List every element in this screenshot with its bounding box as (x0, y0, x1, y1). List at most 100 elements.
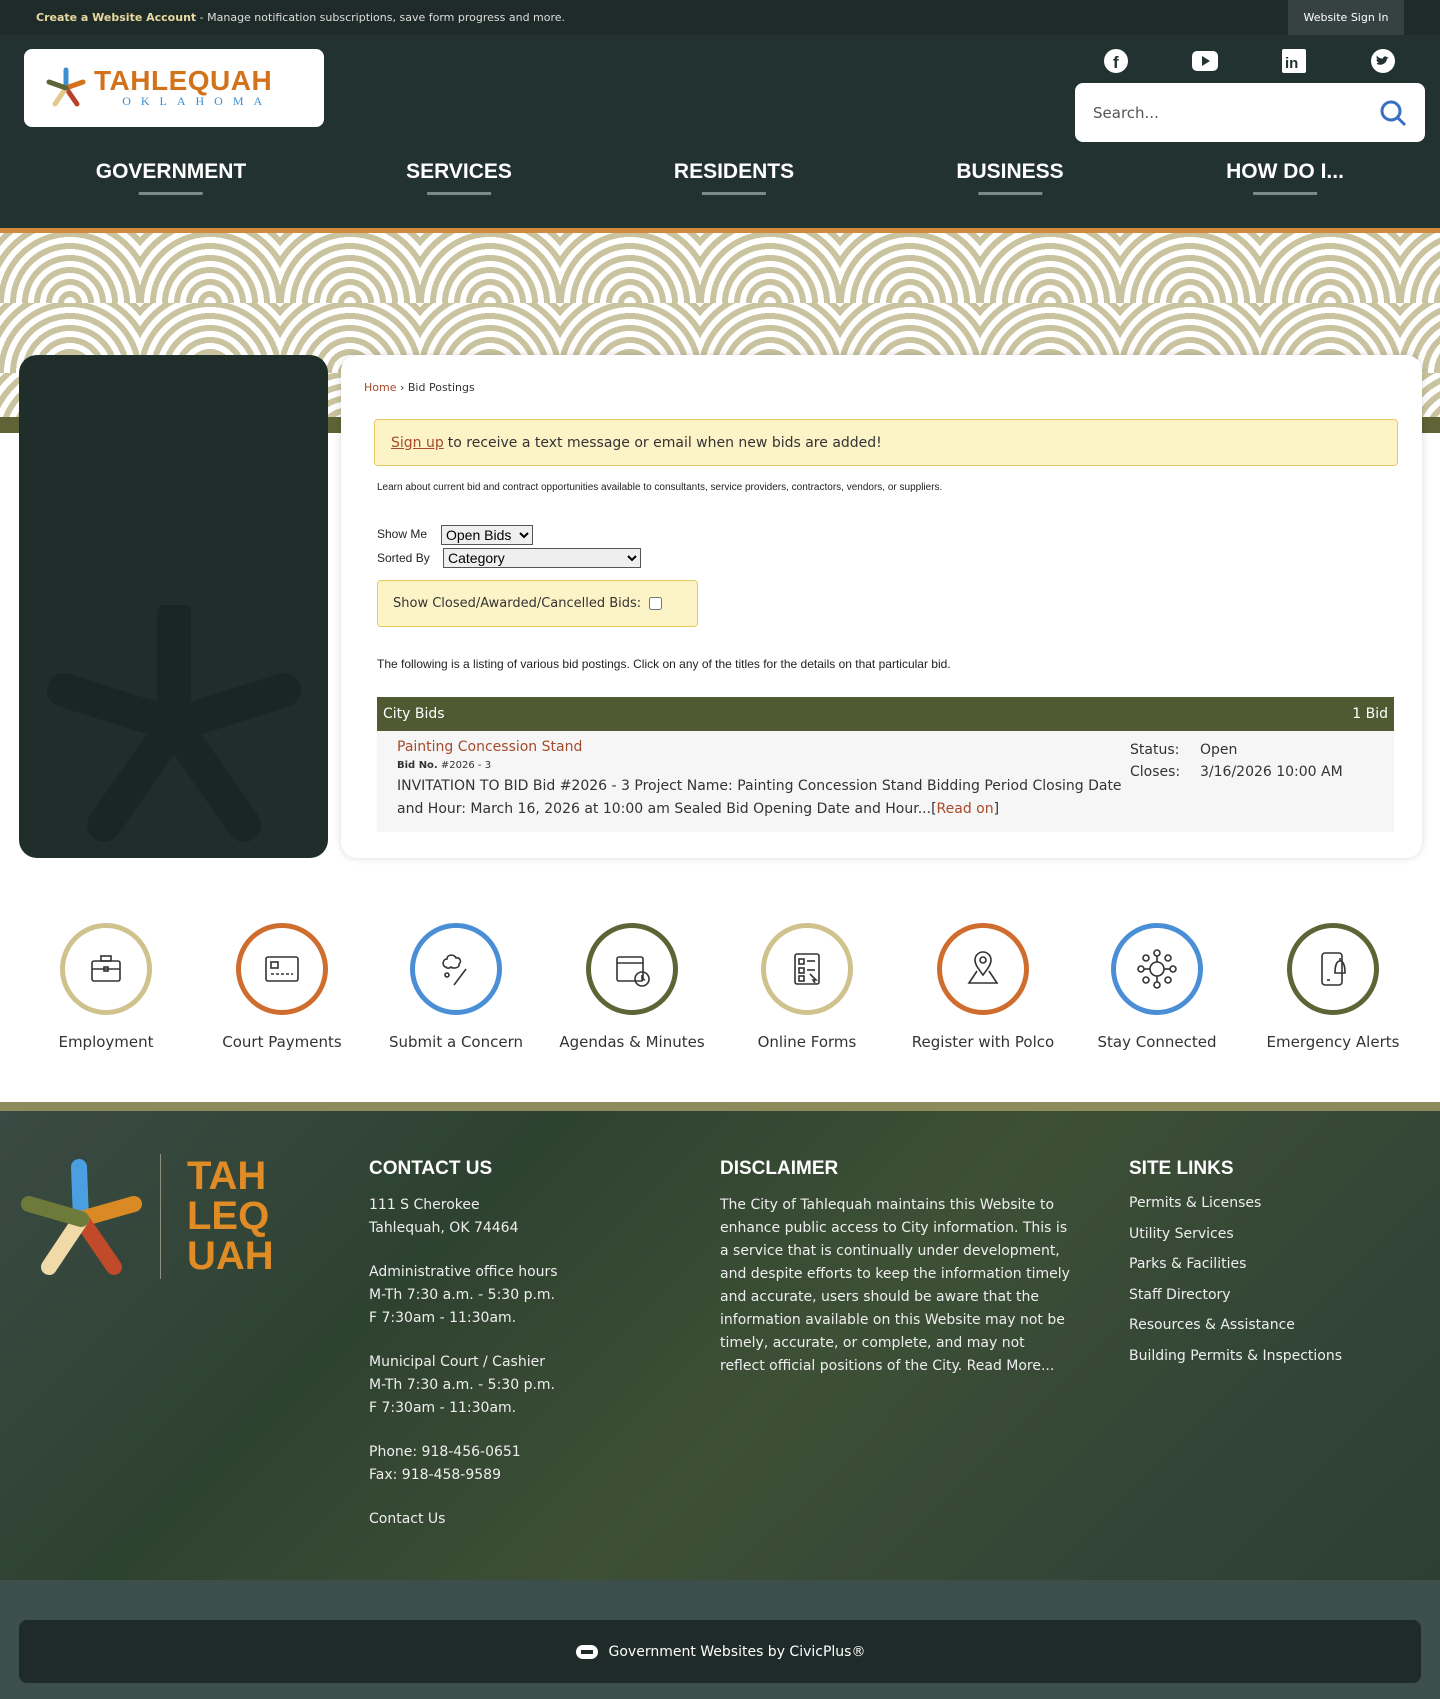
bid-no: #2026 - 3 (440, 760, 492, 771)
quick-link-label: Court Payments (222, 1033, 342, 1051)
main-content: Home › Bid Postings Sign up to receive a … (341, 355, 1422, 858)
civicplus-bar[interactable]: Government Websites by CivicPlus® (19, 1620, 1421, 1683)
contact-line (369, 1330, 669, 1351)
network-icon (1111, 923, 1203, 1015)
nav-residents[interactable]: RESIDENTS (674, 160, 794, 195)
disclaimer-text: The City of Tahlequah maintains this Web… (720, 1197, 1070, 1374)
show-me-label: Show Me (377, 527, 428, 541)
nav-business[interactable]: BUSINESS (956, 160, 1064, 195)
credit-card-icon (236, 923, 328, 1015)
site-link[interactable]: Resources & Assistance (1129, 1310, 1429, 1341)
closes-label: Closes: (1130, 764, 1181, 780)
quick-link-emergency-alerts[interactable]: Emergency Alerts (1248, 923, 1418, 1051)
phone-bell-icon (1287, 923, 1379, 1015)
contact-line (369, 1420, 669, 1441)
create-account-link[interactable]: Create a Website Account (36, 11, 196, 24)
contact-line: M-Th 7:30 a.m. - 5:30 p.m. (369, 1287, 555, 1303)
sorted-by-label: Sorted By (377, 551, 430, 565)
disclaimer-section: DISCLAIMER The City of Tahlequah maintai… (720, 1158, 1070, 1378)
category-name: City Bids (383, 706, 445, 722)
civicplus-link[interactable]: Government Websites by CivicPlus® (609, 1644, 866, 1660)
quick-link-label: Stay Connected (1097, 1033, 1217, 1051)
footer-logo: TAH LEQ UAH (19, 1154, 314, 1284)
create-account-notice: Create a Website Account - Manage notifi… (36, 11, 565, 24)
briefcase-icon (60, 923, 152, 1015)
contact-line (369, 1487, 669, 1508)
bid-item: Painting Concession Stand Bid No. #2026 … (377, 731, 1394, 832)
linkedin-icon[interactable]: in (1280, 47, 1308, 75)
site-logo[interactable]: TAHLEQUAH OKLAHOMA (24, 49, 324, 127)
quick-link-online-forms[interactable]: Online Forms (722, 923, 892, 1051)
twitter-icon[interactable] (1369, 47, 1397, 75)
sorted-by-select[interactable]: Category (443, 548, 641, 568)
contact-line (369, 1240, 669, 1261)
contact-line: Tahlequah, OK 74464 (369, 1220, 519, 1236)
category-header: City Bids 1 Bid (377, 697, 1394, 731)
contact-line: Administrative office hours (369, 1264, 558, 1280)
status-label: Status: (1130, 742, 1180, 758)
facebook-icon[interactable]: f (1102, 47, 1130, 75)
status-value: Open (1200, 742, 1238, 758)
site-links-section: SITE LINKS Permits & Licenses Utility Ser… (1129, 1158, 1429, 1371)
bid-title-link[interactable]: Painting Concession Stand (397, 739, 582, 755)
disclaimer-heading: DISCLAIMER (720, 1158, 839, 1179)
site-link[interactable]: Utility Services (1129, 1219, 1429, 1250)
contact-us-link[interactable]: Contact Us (369, 1508, 669, 1531)
quick-link-label: Employment (58, 1033, 154, 1051)
contact-line: M-Th 7:30 a.m. - 5:30 p.m. (369, 1377, 555, 1393)
search-input[interactable]: Search... (1075, 83, 1425, 142)
youtube-icon[interactable] (1191, 47, 1219, 75)
category-count: 1 Bid (1352, 706, 1388, 722)
signup-link[interactable]: Sign up (391, 435, 444, 451)
calendar-clock-icon (586, 923, 678, 1015)
quick-link-label: Register with Polco (911, 1033, 1055, 1051)
breadcrumb-current: Bid Postings (407, 381, 475, 394)
listing-note: The following is a listing of various bi… (377, 657, 951, 671)
create-account-desc: - Manage notification subscriptions, sav… (196, 11, 566, 24)
nav-how-do-i[interactable]: HOW DO I... (1226, 160, 1344, 195)
show-closed-filter: Show Closed/Awarded/Cancelled Bids: (377, 580, 698, 627)
logo-subtitle: OKLAHOMA (122, 93, 273, 108)
quick-link-label: Emergency Alerts (1266, 1033, 1400, 1051)
side-panel (19, 355, 328, 858)
nav-government[interactable]: GOVERNMENT (96, 160, 246, 195)
nav-services[interactable]: SERVICES (406, 160, 512, 195)
quick-link-stay-connected[interactable]: Stay Connected (1072, 923, 1242, 1051)
contact-line: 111 S Cherokee (369, 1197, 480, 1213)
svg-text:in: in (1285, 55, 1298, 72)
site-link[interactable]: Parks & Facilities (1129, 1249, 1429, 1280)
site-link[interactable]: Permits & Licenses (1129, 1188, 1429, 1219)
contact-heading: CONTACT US (369, 1158, 493, 1179)
quick-link-label: Agendas & Minutes (559, 1033, 705, 1051)
search-placeholder: Search... (1093, 103, 1159, 122)
show-me-select[interactable]: Open Bids (441, 525, 533, 545)
form-icon (761, 923, 853, 1015)
website-sign-in-button[interactable]: Website Sign In (1288, 0, 1404, 35)
intro-text: Learn about current bid and contract opp… (377, 482, 943, 493)
show-closed-checkbox[interactable] (649, 597, 663, 610)
breadcrumb-home[interactable]: Home (364, 381, 396, 394)
top-bar: Create a Website Account - Manage notifi… (0, 0, 1440, 35)
quick-link-agendas-minutes[interactable]: Agendas & Minutes (547, 923, 717, 1051)
footer-logo-line: TAH (187, 1154, 267, 1198)
quick-link-submit-a-concern[interactable]: Submit a Concern (371, 923, 541, 1051)
thought-pencil-icon (410, 923, 502, 1015)
contact-line: F 7:30am - 11:30am. (369, 1310, 517, 1326)
bid-no-label: Bid No. (397, 760, 438, 771)
read-on-link[interactable]: Read on (937, 801, 994, 817)
footer-olive-stripe (0, 1102, 1440, 1111)
search-icon[interactable] (1379, 99, 1407, 127)
footer-logo-line: UAH (187, 1234, 274, 1278)
quick-link-label: Online Forms (757, 1033, 857, 1051)
site-link[interactable]: Building Permits & Inspections (1129, 1341, 1429, 1372)
contact-line: F 7:30am - 11:30am. (369, 1400, 517, 1416)
civicplus-logo-icon (575, 1644, 598, 1659)
logo-name: TAHLEQUAH (94, 64, 273, 96)
quick-link-register-with-polco[interactable]: Register with Polco (898, 923, 1068, 1051)
quick-link-court-payments[interactable]: Court Payments (197, 923, 367, 1051)
quick-link-employment[interactable]: Employment (21, 923, 191, 1051)
map-pin-icon (937, 923, 1029, 1015)
contact-line: Phone: 918-456-0651 (369, 1444, 521, 1460)
svg-text:f: f (1113, 53, 1119, 72)
site-link[interactable]: Staff Directory (1129, 1280, 1429, 1311)
